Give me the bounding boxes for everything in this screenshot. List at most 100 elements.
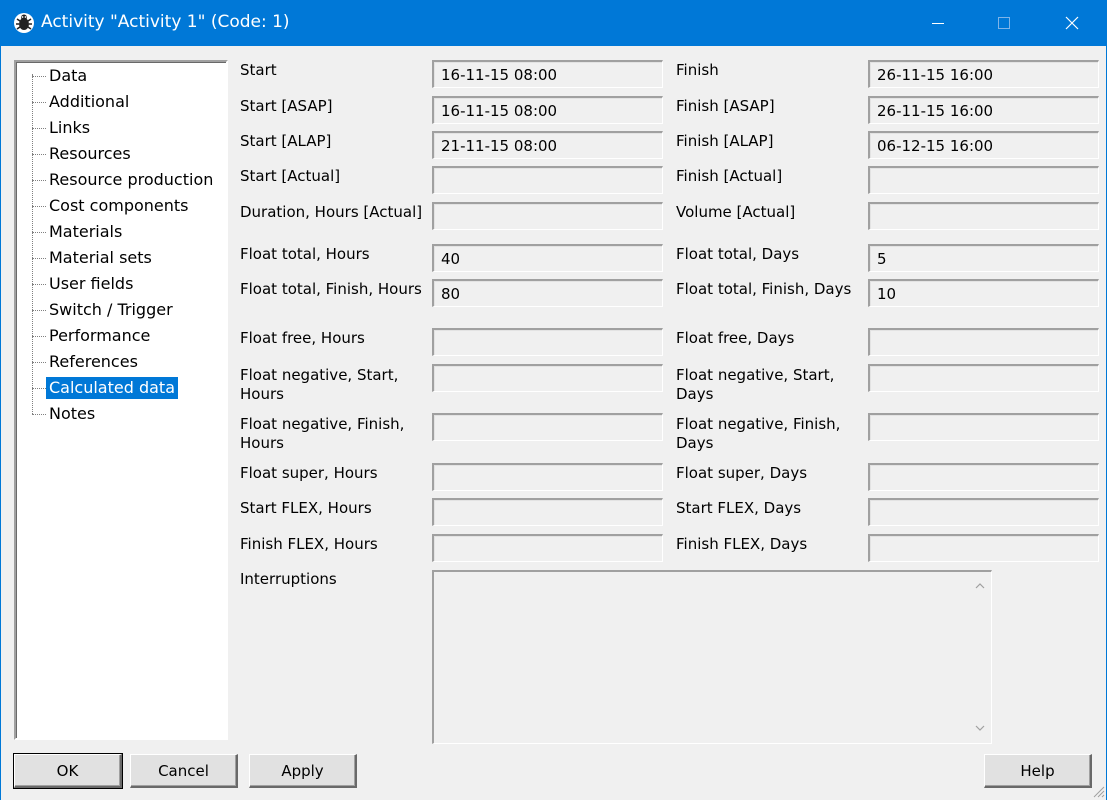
volume-actual-field[interactable]	[868, 202, 1099, 230]
finish-flex-days-field[interactable]	[868, 534, 1099, 562]
float-negative-finish-hours-label-line2: Hours	[240, 434, 284, 452]
tree-item-performance[interactable]: Performance	[16, 324, 226, 348]
tree-item-switch-trigger[interactable]: Switch / Trigger	[16, 298, 226, 322]
float-total-hours-label: Float total, Hours	[240, 245, 370, 263]
float-free-hours-field[interactable]	[432, 328, 663, 356]
tree-connector	[32, 336, 46, 337]
float-negative-start-hours-label: Float negative, Start,	[240, 366, 399, 384]
float-total-finish-days-field[interactable]: 10	[868, 279, 1099, 307]
tree-connector	[32, 102, 46, 103]
tree-item-resource-production[interactable]: Resource production	[16, 168, 226, 192]
float-total-finish-hours-field[interactable]: 80	[432, 279, 663, 307]
close-button[interactable]	[1049, 0, 1095, 46]
window-title: Activity "Activity 1" (Code: 1)	[41, 12, 290, 32]
tree-item-label: Additional	[49, 92, 130, 111]
tree-connector	[32, 258, 46, 259]
tree-item-label: Performance	[49, 326, 151, 345]
scroll-up-icon[interactable]	[975, 582, 985, 590]
start-actual-field[interactable]	[432, 166, 663, 194]
tree-item-user-fields[interactable]: User fields	[16, 272, 226, 296]
float-super-days-label: Float super, Days	[676, 464, 808, 482]
tree-item-label: References	[49, 352, 138, 371]
interruptions-scrollbar[interactable]	[971, 574, 989, 740]
resize-grip-icon[interactable]	[1090, 783, 1106, 799]
finish-flex-days-label: Finish FLEX, Days	[676, 535, 808, 553]
minimize-icon	[932, 23, 944, 24]
finish-label: Finish	[676, 61, 719, 79]
start-alap-field[interactable]: 21-11-15 08:00	[432, 131, 663, 159]
float-super-hours-label: Float super, Hours	[240, 464, 378, 482]
tree-item-label: Calculated data	[46, 377, 179, 399]
section-tree[interactable]: Data Additional Links Resources Resource…	[14, 60, 228, 740]
start-label: Start	[240, 61, 277, 79]
cancel-button[interactable]: Cancel	[130, 754, 238, 788]
tree-item-resources[interactable]: Resources	[16, 142, 226, 166]
tree-item-additional[interactable]: Additional	[16, 90, 226, 114]
tree-item-label: Resources	[49, 144, 131, 163]
float-negative-finish-days-label: Float negative, Finish,	[676, 415, 841, 433]
float-total-days-field[interactable]: 5	[868, 244, 1099, 272]
tree-item-references[interactable]: References	[16, 350, 226, 374]
interruptions-textarea[interactable]	[432, 570, 992, 744]
start-flex-days-label: Start FLEX, Days	[676, 499, 802, 517]
tree-item-calculated-data[interactable]: Calculated data	[16, 376, 226, 400]
tree-item-materials[interactable]: Materials	[16, 220, 226, 244]
finish-asap-field[interactable]: 26-11-15 16:00	[868, 96, 1099, 124]
scroll-down-icon[interactable]	[975, 724, 985, 732]
minimize-button[interactable]	[915, 0, 961, 46]
tree-item-label: Switch / Trigger	[49, 300, 173, 319]
float-total-hours-field[interactable]: 40	[432, 244, 663, 272]
float-negative-start-days-label: Float negative, Start,	[676, 366, 835, 384]
float-negative-start-days-field[interactable]	[868, 364, 1099, 392]
tree-item-label: Notes	[49, 404, 96, 423]
float-total-finish-days-label: Float total, Finish, Days	[676, 280, 852, 298]
tree-item-label: Cost components	[49, 196, 189, 215]
float-free-days-field[interactable]	[868, 328, 1099, 356]
maximize-button[interactable]	[981, 0, 1027, 46]
start-flex-days-field[interactable]	[868, 498, 1099, 526]
float-super-days-field[interactable]	[868, 463, 1099, 491]
tree-item-label: Links	[49, 118, 91, 137]
close-icon	[1065, 16, 1079, 30]
tree-item-label: Materials	[49, 222, 123, 241]
tree-connector	[32, 310, 46, 311]
float-negative-finish-days-field[interactable]	[868, 413, 1099, 441]
float-negative-start-hours-field[interactable]	[432, 364, 663, 392]
tree-item-label: Resource production	[49, 170, 214, 189]
ok-button[interactable]: OK	[13, 753, 123, 789]
tree-connector	[32, 76, 46, 77]
float-negative-finish-hours-field[interactable]	[432, 413, 663, 441]
tree-item-data[interactable]: Data	[16, 64, 226, 88]
start-asap-label: Start [ASAP]	[240, 97, 333, 115]
tree-connector	[32, 232, 46, 233]
finish-alap-field[interactable]: 06-12-15 16:00	[868, 131, 1099, 159]
float-free-hours-label: Float free, Hours	[240, 329, 365, 347]
volume-actual-label: Volume [Actual]	[676, 203, 796, 221]
tree-item-cost-components[interactable]: Cost components	[16, 194, 226, 218]
interruptions-label: Interruptions	[240, 570, 337, 588]
tree-item-notes[interactable]: Notes	[16, 402, 226, 426]
float-free-days-label: Float free, Days	[676, 329, 795, 347]
finish-actual-label: Finish [Actual]	[676, 167, 783, 185]
finish-field[interactable]: 26-11-15 16:00	[868, 60, 1099, 88]
tree-item-links[interactable]: Links	[16, 116, 226, 140]
finish-flex-hours-field[interactable]	[432, 534, 663, 562]
apply-button[interactable]: Apply	[249, 754, 357, 788]
finish-alap-label: Finish [ALAP]	[676, 132, 774, 150]
duration-hours-actual-field[interactable]	[432, 202, 663, 230]
start-flex-hours-field[interactable]	[432, 498, 663, 526]
finish-asap-label: Finish [ASAP]	[676, 97, 775, 115]
start-alap-label: Start [ALAP]	[240, 132, 332, 150]
float-total-finish-hours-label: Float total, Finish, Hours	[240, 280, 422, 298]
start-field[interactable]: 16-11-15 08:00	[432, 60, 663, 88]
float-super-hours-field[interactable]	[432, 463, 663, 491]
tree-item-label: User fields	[49, 274, 134, 293]
help-button[interactable]: Help	[984, 754, 1092, 788]
finish-flex-hours-label: Finish FLEX, Hours	[240, 535, 378, 553]
finish-actual-field[interactable]	[868, 166, 1099, 194]
tree-item-material-sets[interactable]: Material sets	[16, 246, 226, 270]
tree-item-label: Material sets	[49, 248, 152, 267]
tree-connector	[32, 388, 46, 389]
start-asap-field[interactable]: 16-11-15 08:00	[432, 96, 663, 124]
float-negative-finish-days-label-line2: Days	[676, 434, 714, 452]
